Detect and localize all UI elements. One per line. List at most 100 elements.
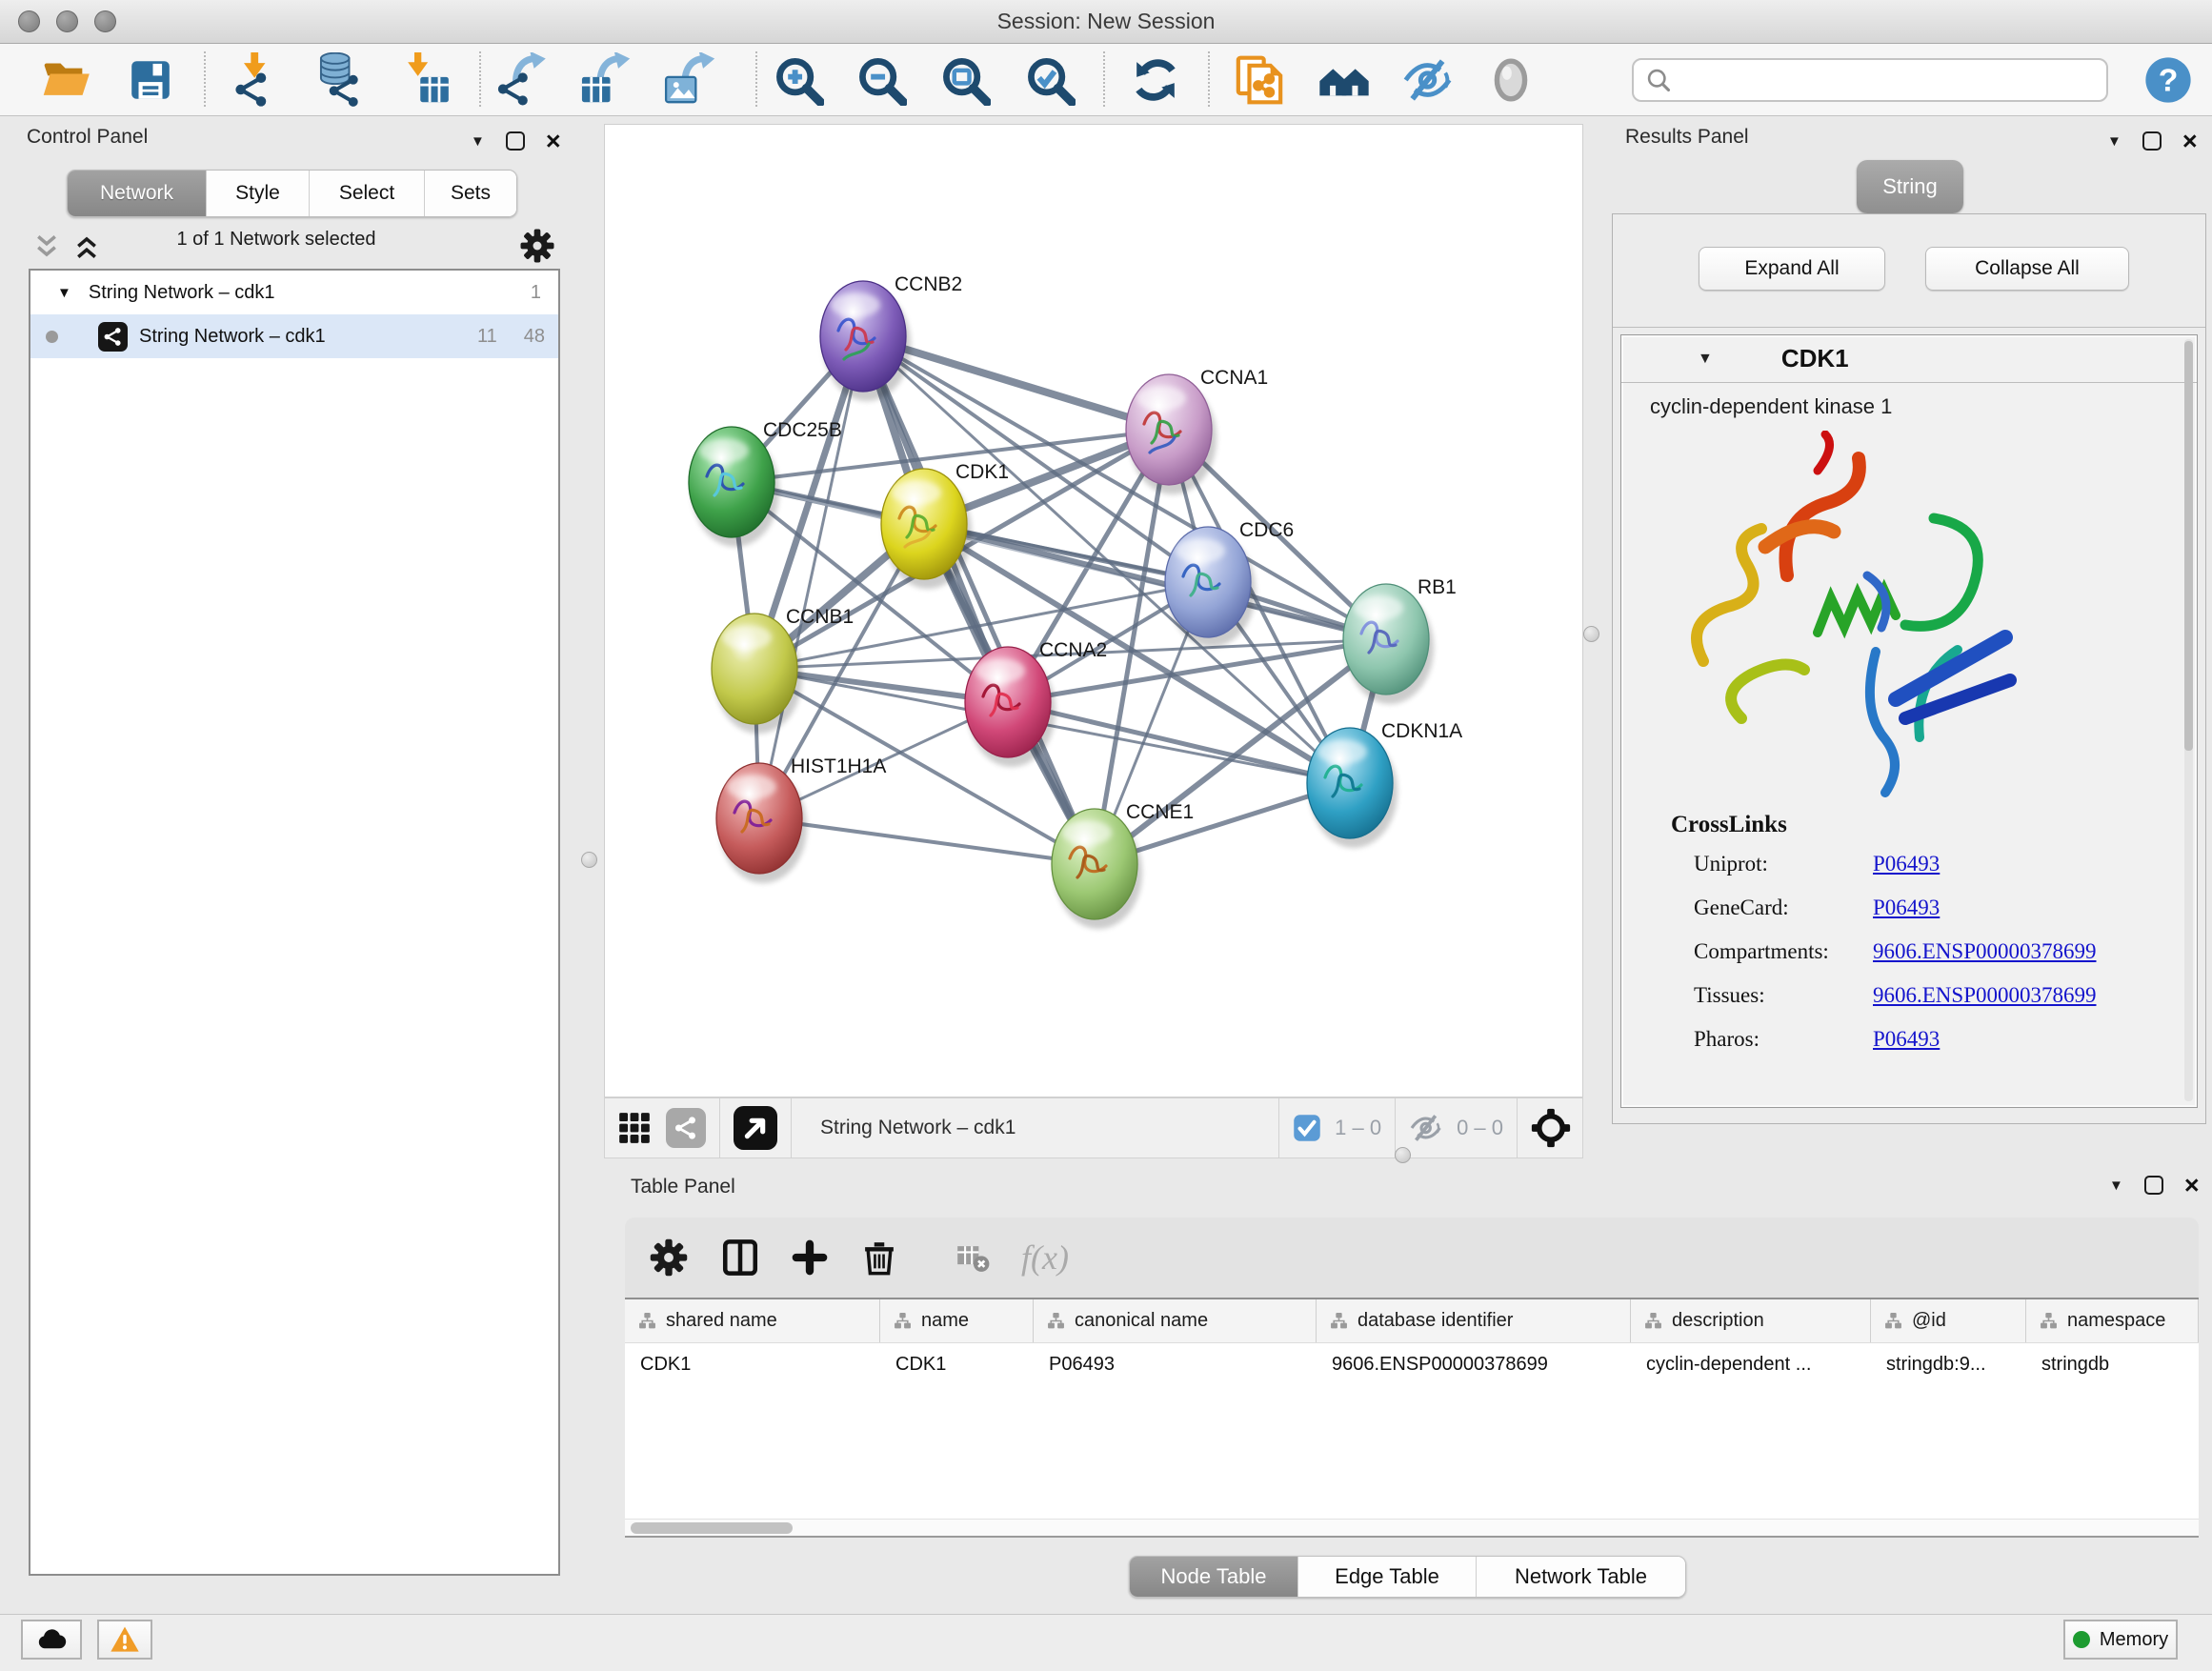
delete-column-icon[interactable] <box>859 1238 899 1278</box>
zoom-fit-button[interactable] <box>939 54 991 106</box>
hide-glass-button[interactable] <box>1401 53 1455 107</box>
table-empty-area <box>625 1385 2199 1519</box>
table-panel-close-icon[interactable]: × <box>2184 1176 2200 1195</box>
bottom-splitter-handle[interactable] <box>1395 1147 1411 1163</box>
open-session-button[interactable] <box>40 53 93 107</box>
right-splitter-handle[interactable] <box>1583 626 1599 642</box>
selected-checkbox-icon[interactable] <box>1293 1114 1321 1142</box>
crosslink-link[interactable]: 9606.ENSP00000378699 <box>1873 983 2097 1008</box>
open-in-window-icon[interactable] <box>734 1106 777 1150</box>
zoom-out-button[interactable] <box>855 54 907 106</box>
column-header-shared-name[interactable]: shared name <box>625 1299 880 1342</box>
left-splitter-handle[interactable] <box>581 852 597 868</box>
column-header-database-identifier[interactable]: database identifier <box>1317 1299 1631 1342</box>
results-panel-float-icon[interactable] <box>2142 131 2162 151</box>
table-body: CDK1CDK1P064939606.ENSP00000378699cyclin… <box>625 1343 2199 1385</box>
network-graph[interactable]: CCNB2CCNA1CDC25BCDK1CDC6RB1CCNB1CCNA2CDK… <box>605 125 1582 1097</box>
results-panel-collapse-icon[interactable]: ▼ <box>2107 134 2122 149</box>
protein-description: cyclin-dependent kinase 1 <box>1650 394 1892 419</box>
string-network-gray-icon[interactable] <box>666 1108 706 1148</box>
crosshair-icon[interactable] <box>1531 1108 1571 1148</box>
warnings-button[interactable] <box>97 1620 152 1660</box>
crosslink-row: Compartments: 9606.ENSP00000378699 <box>1694 939 2189 964</box>
control-panel-collapse-icon[interactable]: ▼ <box>471 134 485 149</box>
selected-counts: 1 – 0 <box>1335 1116 1381 1140</box>
export-image-button[interactable] <box>662 52 717 108</box>
crosslink-link[interactable]: 9606.ENSP00000378699 <box>1873 939 2097 964</box>
string-app-icon <box>98 322 128 352</box>
export-table-button[interactable] <box>577 52 633 108</box>
tab-style[interactable]: Style <box>207 171 310 216</box>
hidden-counts: 0 – 0 <box>1457 1116 1503 1140</box>
tab-node-table[interactable]: Node Table <box>1130 1557 1298 1597</box>
import-network-database-button[interactable] <box>311 52 366 108</box>
column-header-canonical-name[interactable]: canonical name <box>1034 1299 1317 1342</box>
results-panel-close-icon[interactable]: × <box>2182 131 2198 151</box>
import-network-file-button[interactable] <box>231 52 286 108</box>
title-bar: Session: New Session <box>0 0 2212 44</box>
help-button[interactable]: ? <box>2142 54 2194 106</box>
birdseye-grid-icon[interactable] <box>616 1110 653 1146</box>
add-column-icon[interactable] <box>791 1238 829 1277</box>
control-panel-close-icon[interactable]: × <box>546 131 561 151</box>
table-gear-icon[interactable] <box>648 1237 690 1278</box>
tab-string[interactable]: String <box>1857 160 1963 213</box>
column-header-namespace[interactable]: namespace <box>2026 1299 2199 1342</box>
cloud-button[interactable] <box>21 1620 82 1660</box>
toolbar-separator <box>755 51 757 107</box>
tab-network[interactable]: Network <box>68 171 207 216</box>
table-panel-collapse-icon[interactable]: ▼ <box>2109 1178 2123 1193</box>
table-horizontal-scrollbar[interactable] <box>625 1519 2199 1536</box>
search-box[interactable] <box>1632 58 2108 102</box>
save-session-button[interactable] <box>127 56 174 104</box>
zoom-in-button[interactable] <box>773 54 824 106</box>
network-canvas[interactable]: CCNB2CCNA1CDC25BCDK1CDC6RB1CCNB1CCNA2CDK… <box>604 124 1583 1097</box>
crosslink-label: Compartments: <box>1694 939 1829 963</box>
crosslink-link[interactable]: P06493 <box>1873 896 1940 920</box>
tree-expander-icon[interactable]: ▼ <box>57 285 71 301</box>
refresh-view-button[interactable] <box>1130 54 1181 106</box>
edge-count: 48 <box>524 326 545 348</box>
column-header-description[interactable]: description <box>1631 1299 1871 1342</box>
memory-button[interactable]: Memory <box>2063 1620 2178 1660</box>
network-collection-row[interactable]: ▼ String Network – cdk1 1 <box>30 271 558 314</box>
table-panel-controls: ▼ × <box>2109 1176 2200 1195</box>
delete-table-icon <box>955 1239 991 1276</box>
network-row-selected[interactable]: String Network – cdk1 11 48 <box>30 314 558 358</box>
tab-sets[interactable]: Sets <box>425 171 516 216</box>
tab-select[interactable]: Select <box>310 171 425 216</box>
cloud-icon <box>35 1623 68 1656</box>
table-row[interactable]: CDK1CDK1P064939606.ENSP00000378699cyclin… <box>625 1343 2199 1385</box>
hidden-eye-icon[interactable] <box>1409 1111 1443 1145</box>
tab-network-table[interactable]: Network Table <box>1477 1557 1685 1597</box>
protein-card-header[interactable]: ▼ CDK1 <box>1621 335 2197 383</box>
tab-edge-table[interactable]: Edge Table <box>1298 1557 1477 1597</box>
search-input[interactable] <box>1672 69 2106 92</box>
window-title: Session: New Session <box>0 9 2212 34</box>
expand-all-button[interactable]: Expand All <box>1699 247 1885 291</box>
network-row-label: String Network – cdk1 <box>139 326 326 348</box>
network-panel-gear-icon[interactable] <box>518 227 556 265</box>
show-glass-button[interactable] <box>1487 56 1535 104</box>
results-scrollbar[interactable] <box>2184 339 2193 1101</box>
crosslink-link[interactable]: P06493 <box>1873 852 1940 876</box>
show-columns-icon[interactable] <box>720 1238 760 1278</box>
svg-text:CDC25B: CDC25B <box>763 419 842 441</box>
crosslink-link[interactable]: P06493 <box>1873 1027 1940 1052</box>
string-home-button[interactable] <box>1317 53 1371 107</box>
network-node-CDKN1A: CDKN1A <box>1307 720 1462 848</box>
zoom-selected-button[interactable] <box>1024 54 1076 106</box>
export-network-button[interactable] <box>495 52 551 108</box>
protein-collapse-icon[interactable]: ▼ <box>1698 351 1713 368</box>
protein-structure-image <box>1675 431 2037 812</box>
share-document-button[interactable] <box>1233 53 1286 107</box>
table-panel-float-icon[interactable] <box>2144 1176 2163 1195</box>
control-panel-float-icon[interactable] <box>506 131 525 151</box>
collapse-all-button[interactable]: Collapse All <box>1925 247 2129 291</box>
collection-count: 1 <box>531 282 541 304</box>
column-header-name[interactable]: name <box>880 1299 1034 1342</box>
attribute-tree-icon <box>1884 1312 1902 1330</box>
svg-text:CDKN1A: CDKN1A <box>1381 720 1462 742</box>
import-table-file-button[interactable] <box>397 52 452 108</box>
column-header--id[interactable]: @id <box>1871 1299 2026 1342</box>
